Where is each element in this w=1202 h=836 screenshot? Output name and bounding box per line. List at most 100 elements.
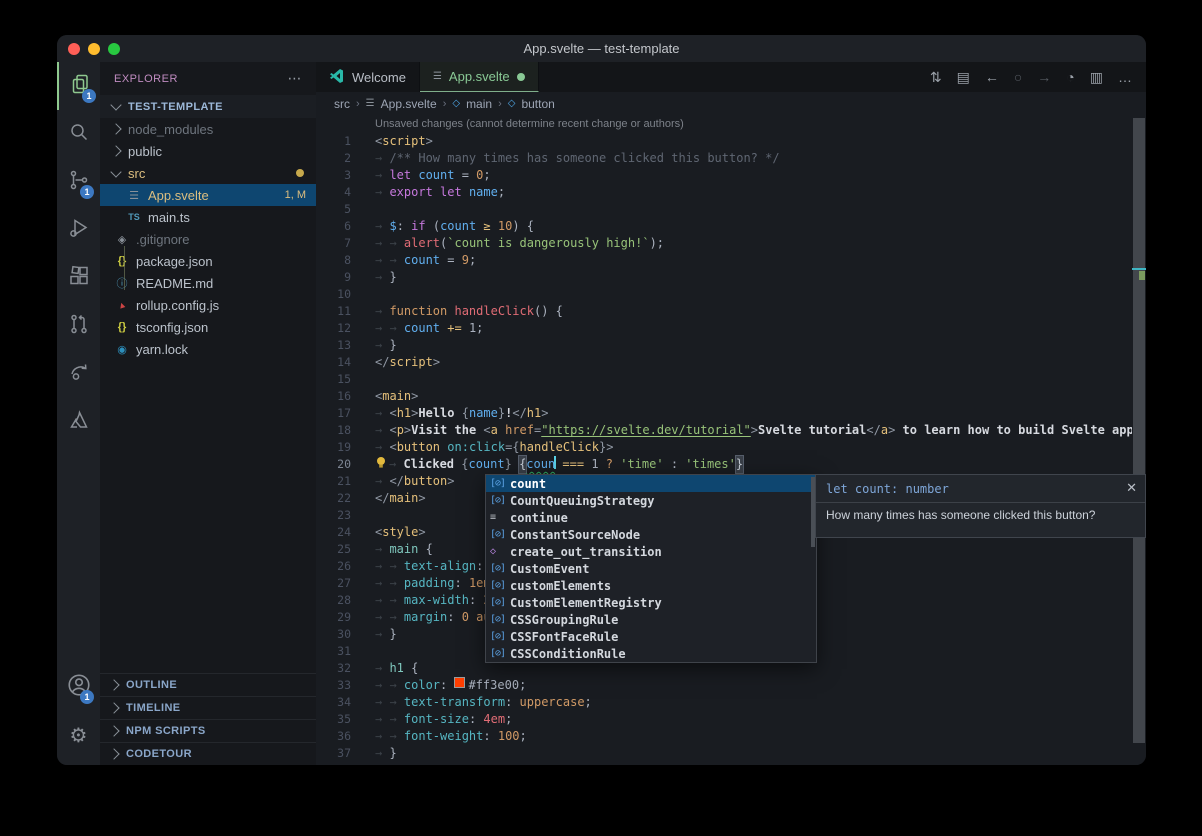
suggest-item-cssgroupingrule[interactable]: [⊘]CSSGroupingRule xyxy=(486,611,816,628)
breadcrumb-item-src[interactable]: src xyxy=(334,97,350,111)
tree-item-rollup-config-js[interactable]: ▲rollup.config.js xyxy=(100,294,316,316)
navigate-next-change-icon[interactable]: → xyxy=(1037,69,1051,85)
lightbulb-icon[interactable] xyxy=(375,456,387,473)
open-changes-icon[interactable]: ⇅ xyxy=(930,69,942,86)
tree-item-public[interactable]: public xyxy=(100,140,316,162)
breadcrumb-item-main[interactable]: main xyxy=(466,97,492,111)
code-line-2[interactable]: 2→ /** How many times has someone clicke… xyxy=(316,150,1132,167)
code-line-35[interactable]: 35→ → font-size: 4em; xyxy=(316,711,1132,728)
code-line-12[interactable]: 12→ → count += 1; xyxy=(316,320,1132,337)
scrollbar-thumb[interactable] xyxy=(1133,118,1145,743)
tree-item-package-json[interactable]: {}package.json xyxy=(100,250,316,272)
code-line-6[interactable]: 6→ $: if (count ≥ 10) { xyxy=(316,218,1132,235)
suggest-item-customevent[interactable]: [⊘]CustomEvent xyxy=(486,560,816,577)
views-more-actions-icon[interactable]: ⋯ xyxy=(288,70,303,87)
tree-item-tsconfig-json[interactable]: {}tsconfig.json xyxy=(100,316,316,338)
editor-scrollbar[interactable] xyxy=(1132,118,1146,765)
tree-item-node-modules[interactable]: node_modules xyxy=(100,118,316,140)
run-code-icon[interactable]: ◔ xyxy=(1066,69,1074,85)
activity-item-source-control[interactable]: 1 xyxy=(57,158,100,206)
more-actions-icon[interactable]: … xyxy=(1118,69,1132,85)
modified-dot-icon[interactable] xyxy=(517,73,525,81)
section-label: CODETOUR xyxy=(126,748,192,760)
code-line-34[interactable]: 34→ → text-transform: uppercase; xyxy=(316,694,1132,711)
breadcrumb-separator: › xyxy=(443,98,447,110)
suggest-item-constantsourcenode[interactable]: [⊘]ConstantSourceNode xyxy=(486,526,816,543)
code-line-8[interactable]: 8→ → count = 9; xyxy=(316,252,1132,269)
code-line-15[interactable]: 15 xyxy=(316,371,1132,388)
suggest-item-create_out_transition[interactable]: ◇create_out_transition xyxy=(486,543,816,560)
tree-item--gitignore[interactable]: ◈.gitignore xyxy=(100,228,316,250)
code-line-19[interactable]: 19→ <button on:click={handleClick}> xyxy=(316,439,1132,456)
activity-item-search[interactable] xyxy=(57,110,100,158)
suggest-item-cssfontfacerule[interactable]: [⊘]CSSFontFaceRule xyxy=(486,628,816,645)
code-line-4[interactable]: 4→ export let name; xyxy=(316,184,1132,201)
suggest-item-customelementregistry[interactable]: [⊘]CustomElementRegistry xyxy=(486,594,816,611)
suggest-item-countqueuingstrategy[interactable]: [⊘]CountQueuingStrategy xyxy=(486,492,816,509)
codelens-unsaved-changes[interactable]: Unsaved changes (cannot determine recent… xyxy=(316,115,1132,133)
split-editor-icon[interactable]: ▥ xyxy=(1090,69,1103,86)
explorer-sidebar: EXPLORER ⋯ TEST-TEMPLATE node_modulespub… xyxy=(100,62,317,765)
code-line-9[interactable]: 9→ } xyxy=(316,269,1132,286)
tree-item-src[interactable]: src xyxy=(100,162,316,184)
tree-item-main-ts[interactable]: TSmain.ts xyxy=(100,206,316,228)
code-editor[interactable]: Unsaved changes (cannot determine recent… xyxy=(316,115,1132,765)
section-npm-scripts[interactable]: NPM SCRIPTS xyxy=(100,719,316,742)
activity-item-extensions[interactable] xyxy=(57,254,100,302)
code-line-33[interactable]: 33→ → color: #ff3e00; xyxy=(316,677,1132,694)
code-line-37[interactable]: 37→ } xyxy=(316,745,1132,762)
activity-item-github-pull-requests[interactable] xyxy=(57,302,100,350)
code-line-13[interactable]: 13→ } xyxy=(316,337,1132,354)
tab-welcome[interactable]: Welcome xyxy=(316,62,420,92)
chevron-right-icon xyxy=(110,123,121,134)
tree-item-yarn-lock[interactable]: ◉yarn.lock xyxy=(100,338,316,360)
activity-item-run-debug[interactable] xyxy=(57,206,100,254)
code-line-1[interactable]: 1<script> xyxy=(316,133,1132,150)
tree-item-readme-md[interactable]: ⓘREADME.md xyxy=(100,272,316,294)
activity-item-azure[interactable] xyxy=(57,398,100,446)
breadcrumb-item-app-svelte[interactable]: App.svelte xyxy=(381,97,437,111)
open-preview-icon[interactable]: ▤ xyxy=(957,69,970,86)
code-line-5[interactable]: 5 xyxy=(316,201,1132,218)
code-line-18[interactable]: 18→ <p>Visit the <a href="https://svelte… xyxy=(316,422,1132,439)
code-line-7[interactable]: 7→ → alert(`count is dangerously high!`)… xyxy=(316,235,1132,252)
code-line-16[interactable]: 16<main> xyxy=(316,388,1132,405)
explorer-title: EXPLORER xyxy=(114,73,178,85)
file-lines-icon: ☰ xyxy=(366,98,375,109)
navigate-back-icon[interactable]: ← xyxy=(985,69,999,85)
activity-item-settings[interactable]: ⚙ xyxy=(57,711,100,759)
breadcrumb-item-button[interactable]: button xyxy=(521,97,554,111)
suggest-item-label: create_out_transition xyxy=(510,545,662,559)
code-line-36[interactable]: 36→ → font-weight: 100; xyxy=(316,728,1132,745)
line-number: 14 xyxy=(316,354,351,371)
suggest-item-cssconditionrule[interactable]: [⊘]CSSConditionRule xyxy=(486,645,816,662)
symbol-variable-icon: [⊘] xyxy=(490,478,510,489)
activity-item-live-share[interactable] xyxy=(57,350,100,398)
code-line-14[interactable]: 14</script> xyxy=(316,354,1132,371)
tab-bar: Welcome☰App.svelte ⇅ ▤ ← ○ → ◔ ▥ … xyxy=(316,62,1146,92)
section-timeline[interactable]: TIMELINE xyxy=(100,696,316,719)
tree-item-label: node_modules xyxy=(128,122,213,137)
code-line-20[interactable]: 20→ Clicked {count} {coun === 1 ? 'time'… xyxy=(316,456,1132,473)
color-swatch xyxy=(454,677,465,688)
suggest-item-label: CSSGroupingRule xyxy=(510,613,618,627)
code-line-3[interactable]: 3→ let count = 0; xyxy=(316,167,1132,184)
section-outline[interactable]: OUTLINE xyxy=(100,673,316,696)
code-line-17[interactable]: 17→ <h1>Hello {name}!</h1> xyxy=(316,405,1132,422)
suggest-item-continue[interactable]: ≡continue xyxy=(486,509,816,526)
workspace-root-row[interactable]: TEST-TEMPLATE xyxy=(100,95,316,118)
tab-app-svelte[interactable]: ☰App.svelte xyxy=(420,62,539,92)
tree-item-app-svelte[interactable]: ☰App.svelte1, M xyxy=(100,184,316,206)
activity-item-accounts[interactable]: 1 xyxy=(57,663,100,711)
activity-item-explorer[interactable]: 1 xyxy=(57,62,102,110)
navigate-previous-change-icon[interactable]: ○ xyxy=(1014,69,1022,85)
code-line-10[interactable]: 10 xyxy=(316,286,1132,303)
close-icon[interactable]: ✕ xyxy=(1126,482,1137,494)
section-codetour[interactable]: CODETOUR xyxy=(100,742,316,765)
suggest-item-customelements[interactable]: [⊘]customElements xyxy=(486,577,816,594)
line-number: 28 xyxy=(316,592,351,609)
suggest-item-count[interactable]: [⊘]count xyxy=(486,475,816,492)
suggest-doc-text: How many times has someone clicked this … xyxy=(816,508,1145,522)
code-line-11[interactable]: 11→ function handleClick() { xyxy=(316,303,1132,320)
symbol-cube-icon: ◇ xyxy=(508,98,516,109)
